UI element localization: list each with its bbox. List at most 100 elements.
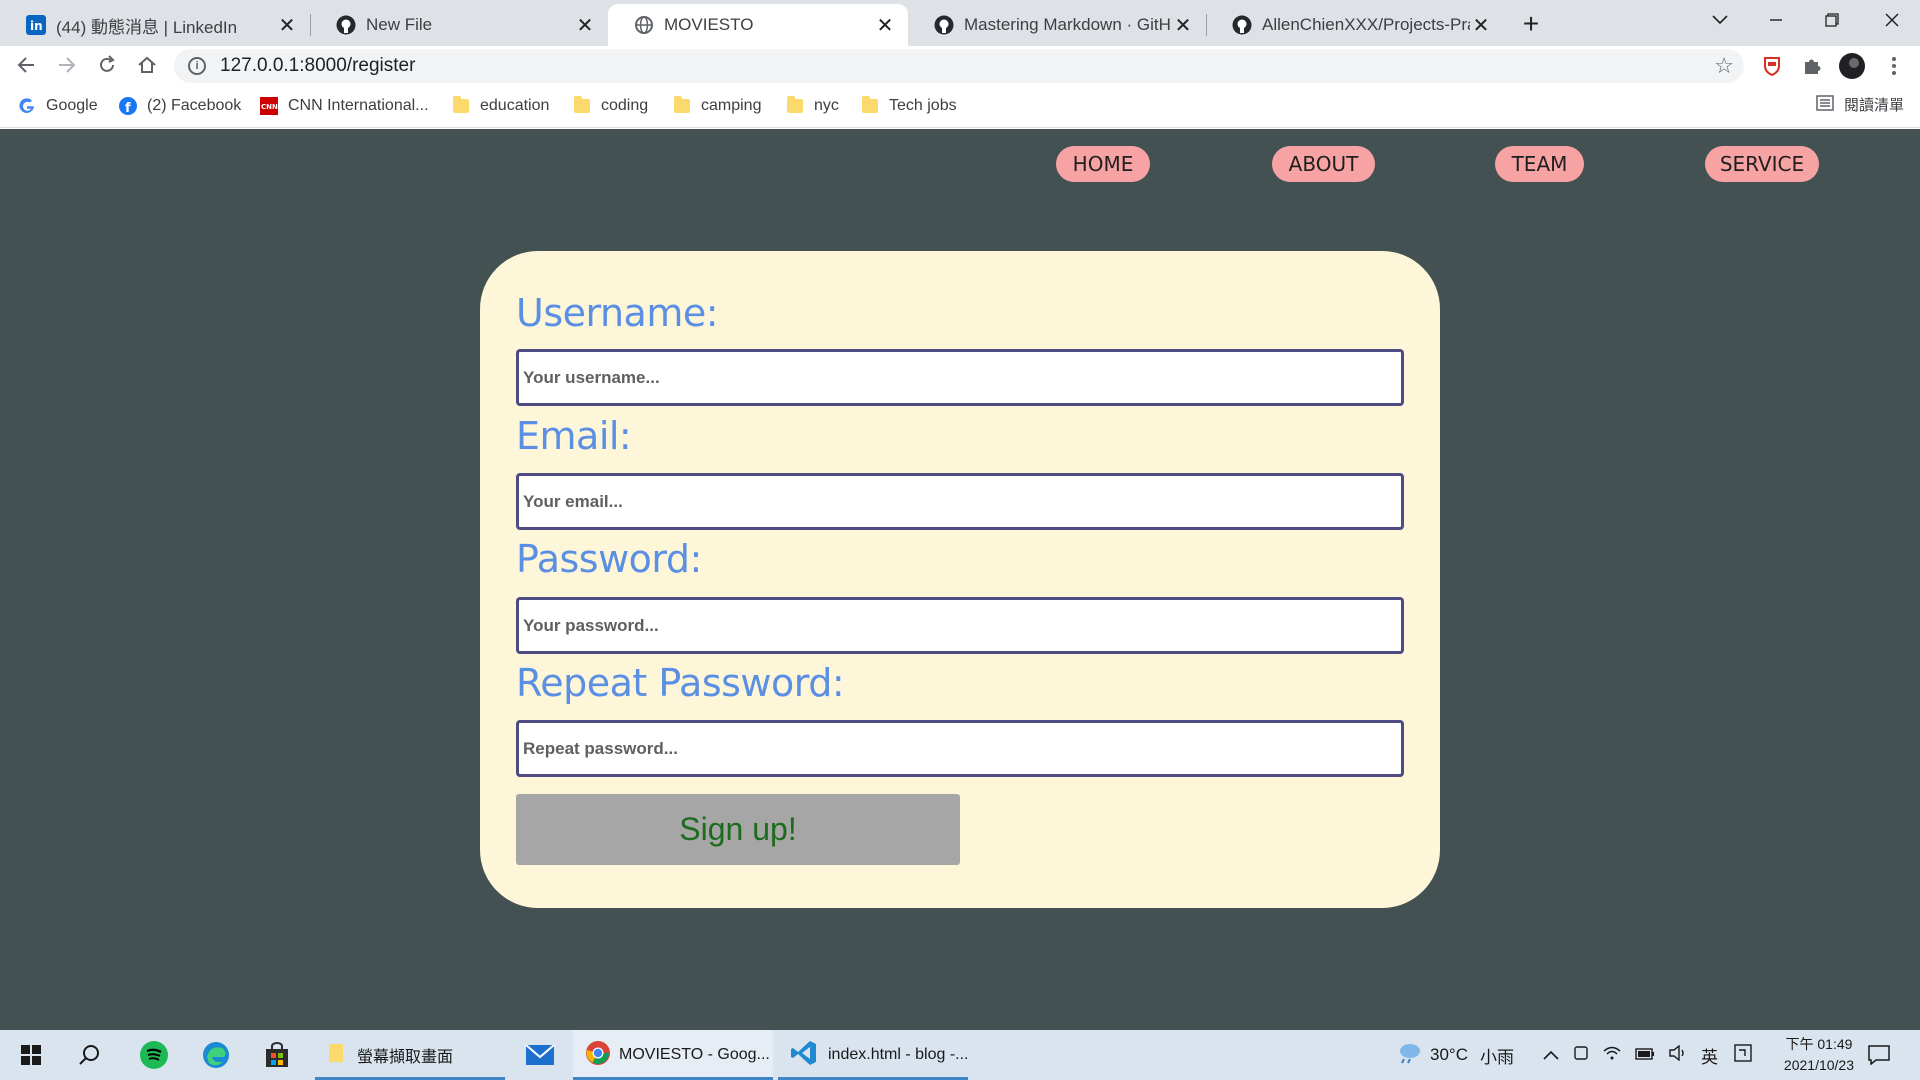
ime-indicator[interactable]: 英	[1701, 1043, 1718, 1068]
meet-now-icon[interactable]	[1573, 1045, 1589, 1066]
site-info-icon[interactable]: i	[188, 57, 206, 75]
reload-icon[interactable]	[91, 49, 123, 81]
tab-mastering-markdown[interactable]: Mastering Markdown · GitHub ✕	[908, 4, 1206, 46]
url-text[interactable]: 127.0.0.1:8000/register	[220, 55, 415, 77]
svg-text:CNN: CNN	[261, 103, 278, 111]
chrome-icon	[585, 1040, 611, 1071]
clock-time: 下午 01:49	[1785, 1036, 1853, 1052]
tab-search-chevron-icon[interactable]	[1692, 0, 1748, 40]
tab-new-file[interactable]: New File ✕	[310, 4, 608, 46]
back-arrow-icon[interactable]	[10, 49, 42, 81]
store-bag-icon[interactable]	[260, 1038, 294, 1072]
clock[interactable]: 下午 01:49 2021/10/23	[1784, 1034, 1854, 1076]
password-label: Password:	[516, 537, 702, 581]
linkedin-icon: in	[26, 15, 46, 35]
reading-list-icon	[1816, 94, 1834, 115]
bookmark-cnn[interactable]: CNN CNN International...	[260, 94, 429, 118]
wifi-icon[interactable]	[1603, 1045, 1621, 1065]
password-input[interactable]	[516, 597, 1404, 654]
taskbar-app-vscode[interactable]: index.html - blog -...	[778, 1030, 969, 1080]
browser-tab-strip: in (44) 動態消息 | LinkedIn ✕ New File ✕ MOV…	[0, 0, 1920, 46]
taskbar-app-file-explorer[interactable]: 螢幕擷取畫面	[315, 1030, 505, 1080]
nav-team[interactable]: TEAM	[1495, 146, 1584, 182]
nav-home[interactable]: HOME	[1056, 146, 1150, 182]
facebook-icon: f	[119, 97, 137, 115]
windows-start-icon[interactable]	[14, 1038, 48, 1072]
tab-projects-practice[interactable]: AllenChienXXX/Projects-Practice ✕	[1206, 4, 1504, 46]
folder-icon	[452, 96, 470, 115]
github-icon	[1232, 15, 1252, 35]
search-icon[interactable]	[72, 1038, 106, 1072]
email-label: Email:	[516, 414, 632, 458]
extensions-puzzle-icon[interactable]	[1798, 52, 1826, 80]
tab-moviesto[interactable]: MOVIESTO ✕	[608, 4, 908, 46]
profile-avatar[interactable]	[1838, 52, 1866, 80]
repeat-password-input[interactable]	[516, 720, 1404, 777]
bookmark-label: (2) Facebook	[147, 97, 242, 114]
address-bar[interactable]: i 127.0.0.1:8000/register ☆	[174, 49, 1744, 83]
vscode-icon	[790, 1039, 818, 1072]
spotify-icon[interactable]	[137, 1038, 171, 1072]
bookmark-folder-education[interactable]: education	[452, 94, 549, 118]
edge-icon[interactable]	[199, 1038, 233, 1072]
bookmark-label: nyc	[814, 97, 839, 114]
tab-title: New File	[366, 15, 433, 34]
volume-icon[interactable]	[1669, 1044, 1687, 1066]
nav-service[interactable]: SERVICE	[1705, 146, 1819, 182]
nav-about[interactable]: ABOUT	[1272, 146, 1375, 182]
taskbar-app-label: index.html - blog -...	[828, 1046, 969, 1063]
close-icon[interactable]: ✕	[574, 14, 596, 37]
folder-icon	[786, 96, 804, 115]
home-icon[interactable]	[131, 49, 163, 81]
bookmark-facebook[interactable]: f (2) Facebook	[119, 94, 241, 118]
close-icon[interactable]: ✕	[874, 14, 896, 37]
browser-toolbar: i 127.0.0.1:8000/register ☆	[0, 46, 1920, 84]
signup-button[interactable]: Sign up!	[516, 794, 960, 865]
reading-list-button[interactable]: 閱讀清單	[1816, 94, 1904, 115]
close-icon[interactable]: ✕	[1172, 14, 1194, 37]
tab-title: MOVIESTO	[664, 15, 754, 34]
bookmark-folder-nyc[interactable]: nyc	[786, 94, 839, 118]
system-tray: 英	[1543, 1030, 1752, 1080]
extension-shield-icon[interactable]	[1758, 52, 1786, 80]
folder-icon	[673, 96, 691, 115]
repeat-password-label: Repeat Password:	[516, 661, 845, 705]
close-icon[interactable]: ✕	[276, 14, 298, 37]
weather-widget[interactable]: 30°C 小雨	[1396, 1030, 1514, 1080]
close-icon[interactable]: ✕	[1470, 14, 1492, 37]
tab-title: AllenChienXXX/Projects-Practice	[1262, 15, 1470, 34]
window-close-icon[interactable]	[1864, 0, 1920, 40]
taskbar-app-chrome[interactable]: MOVIESTO - Goog...	[573, 1030, 773, 1080]
email-input[interactable]	[516, 473, 1404, 530]
username-label: Username:	[516, 291, 719, 335]
taskbar-app-label: 螢幕擷取畫面	[357, 1049, 454, 1066]
chevron-up-icon[interactable]	[1543, 1045, 1559, 1065]
bookmark-folder-coding[interactable]: coding	[573, 94, 648, 118]
mail-icon[interactable]	[523, 1038, 557, 1072]
ime-mode-icon[interactable]	[1734, 1043, 1752, 1067]
new-tab-button[interactable]: +	[1514, 7, 1548, 41]
tab-linkedin[interactable]: in (44) 動態消息 | LinkedIn ✕	[0, 4, 310, 46]
battery-icon[interactable]	[1635, 1045, 1655, 1065]
bookmark-label: education	[480, 97, 550, 114]
page-body: HOME ABOUT TEAM SERVICE Username: Email:…	[0, 129, 1920, 1030]
username-input[interactable]	[516, 349, 1404, 406]
folder-icon	[327, 1042, 345, 1069]
cnn-icon: CNN	[260, 97, 278, 115]
restore-icon[interactable]	[1804, 0, 1860, 40]
minimize-icon[interactable]	[1748, 0, 1804, 40]
github-icon	[934, 15, 954, 35]
notification-icon[interactable]	[1862, 1038, 1896, 1072]
bookmark-google[interactable]: Google	[18, 94, 98, 118]
menu-kebab-icon[interactable]	[1880, 52, 1908, 80]
bookmark-folder-tech-jobs[interactable]: Tech jobs	[861, 94, 957, 118]
bookmark-folder-camping[interactable]: camping	[673, 94, 761, 118]
tab-title: (44) 動態消息 | LinkedIn	[56, 17, 238, 37]
windows-taskbar: 螢幕擷取畫面 MOVIESTO - Goog... index.html - b…	[0, 1030, 1920, 1080]
taskbar-app-label: MOVIESTO - Goog...	[619, 1046, 770, 1063]
reading-list-label: 閱讀清單	[1843, 97, 1904, 114]
bookmark-star-icon[interactable]: ☆	[1714, 53, 1734, 79]
bookmark-label: camping	[701, 97, 762, 114]
forward-arrow-icon[interactable]	[51, 49, 83, 81]
bookmark-label: Google	[46, 97, 98, 114]
